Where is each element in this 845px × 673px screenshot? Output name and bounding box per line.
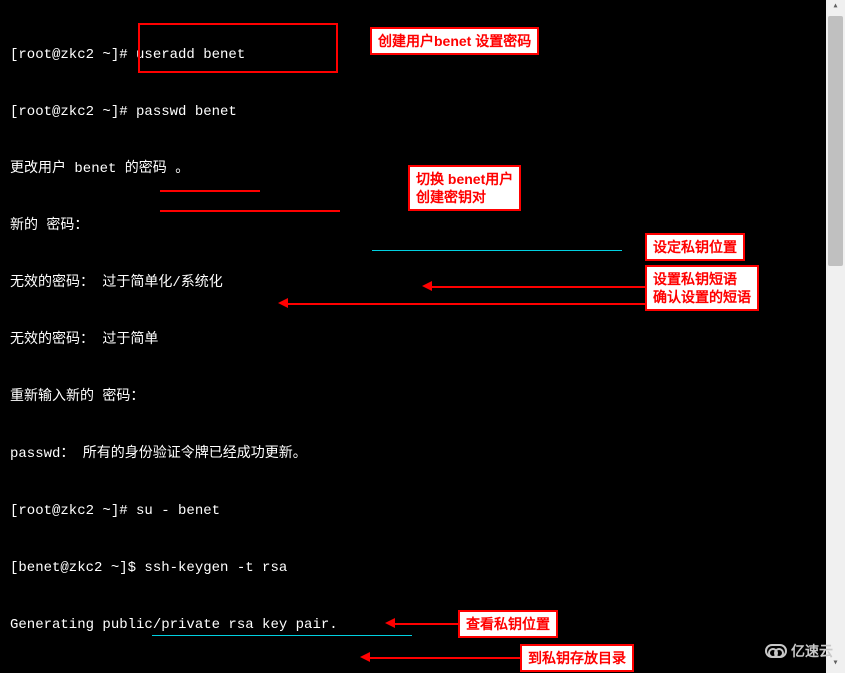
arrow-line	[160, 210, 340, 212]
arrow-line	[370, 657, 520, 659]
arrow-head-icon	[278, 298, 288, 308]
terminal-line: Generating public/private rsa key pair.	[10, 616, 816, 635]
scrollbar-up-button[interactable]: ▴	[826, 0, 845, 16]
annotation-switch-user: 切换 benet用户 创建密钥对	[408, 165, 521, 211]
annotation-create-user: 创建用户benet 设置密码	[370, 27, 539, 55]
arrow-head-icon	[385, 618, 395, 628]
scrollbar-thumb[interactable]	[828, 16, 843, 266]
arrow-head-icon	[422, 281, 432, 291]
underline-cyan-lspath	[152, 635, 412, 636]
annotation-set-key-location: 设定私钥位置	[645, 233, 745, 261]
terminal-window: [root@zkc2 ~]# useradd benet [root@zkc2 …	[0, 0, 826, 673]
terminal-line: 无效的密码： 过于简单	[10, 331, 816, 350]
highlight-box-useradd	[138, 23, 338, 73]
watermark-logo-icon	[765, 644, 787, 658]
arrow-line	[160, 190, 260, 192]
terminal-line: [root@zkc2 ~]# su - benet	[10, 502, 816, 521]
watermark: 亿速云	[765, 641, 833, 661]
underline-cyan-keypath	[372, 250, 622, 251]
annotation-cd-key-dir: 到私钥存放目录	[520, 644, 634, 672]
watermark-text: 亿速云	[791, 641, 833, 661]
terminal-line: [root@zkc2 ~]# passwd benet	[10, 103, 816, 122]
arrow-line	[432, 286, 645, 288]
annotation-view-key-location: 查看私钥位置	[458, 610, 558, 638]
arrow-line	[395, 623, 458, 625]
arrow-line	[288, 303, 645, 305]
arrow-head-icon	[360, 652, 370, 662]
annotation-set-passphrase: 设置私钥短语 确认设置的短语	[645, 265, 759, 311]
terminal-line: 重新输入新的 密码：	[10, 388, 816, 407]
terminal-line: [benet@zkc2 ~]$ ssh-keygen -t rsa	[10, 559, 816, 578]
terminal-line: passwd： 所有的身份验证令牌已经成功更新。	[10, 445, 816, 464]
vertical-scrollbar[interactable]: ▴ ▾	[826, 0, 845, 673]
